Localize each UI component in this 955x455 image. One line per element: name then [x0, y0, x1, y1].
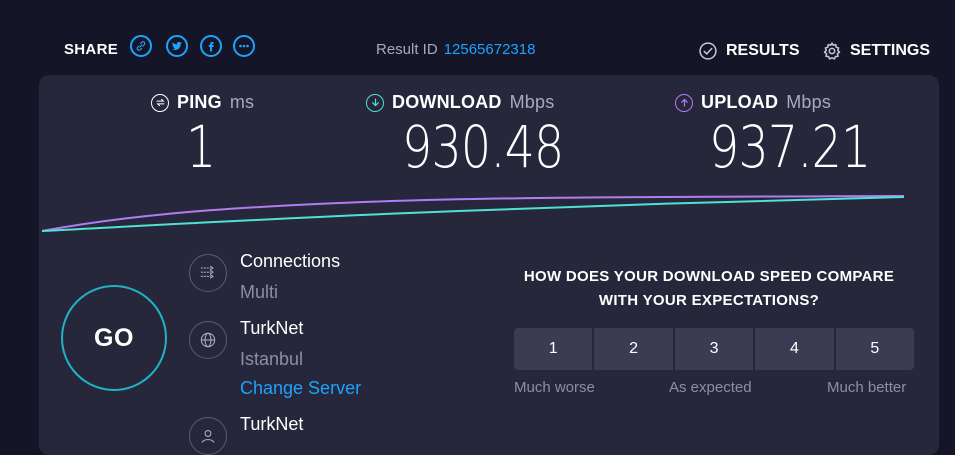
settings-button[interactable]: SETTINGS [822, 41, 930, 61]
go-button[interactable]: GO [61, 285, 167, 391]
ping-label: PING [177, 92, 222, 112]
server-name: TurkNet [240, 318, 304, 338]
results-button[interactable]: RESULTS [698, 41, 799, 61]
connections-icon [189, 254, 227, 292]
change-server-link[interactable]: Change Server [240, 378, 361, 399]
ping-metric: PING ms 1 [151, 92, 254, 177]
link-icon[interactable] [130, 35, 152, 57]
download-value: 930.48 [402, 113, 564, 181]
facebook-icon[interactable] [200, 35, 222, 57]
upload-arrow-icon [675, 93, 693, 112]
download-unit: Mbps [509, 92, 555, 112]
download-arrow-icon [366, 93, 384, 112]
settings-label: SETTINGS [850, 42, 931, 59]
server-location: Istanbul [240, 349, 304, 369]
ping-unit: ms [229, 92, 255, 112]
survey-question-line-2: WITH YOUR EXPECTATIONS? [598, 292, 820, 309]
provider-name: TurkNet [240, 414, 304, 434]
user-icon [189, 417, 227, 455]
rating-option-1[interactable]: 1 [514, 328, 593, 370]
rating-option-5[interactable]: 5 [835, 328, 915, 370]
more-icon[interactable] [233, 35, 255, 57]
connections-title: Connections [240, 251, 341, 271]
scale-mid-label: As expected [669, 379, 752, 396]
upload-label: UPLOAD [701, 92, 779, 112]
survey-question: HOW DOES YOUR DOWNLOAD SPEED COMPARE WIT… [499, 265, 919, 313]
upload-value: 937.21 [709, 113, 871, 181]
rating-option-3[interactable]: 3 [674, 328, 754, 370]
ping-icon [151, 93, 169, 112]
top-bar: SHARE Result ID 12565672318 RESULTS SETT… [0, 0, 955, 75]
checkmark-circle-icon [699, 42, 717, 60]
scale-low-label: Much worse [514, 379, 595, 396]
upload-metric: UPLOAD Mbps 937.21 [675, 92, 906, 177]
ping-value: 1 [186, 113, 216, 181]
results-panel: PING ms 1 DOWNLOAD Mbps 930.48 UPLOAD Mb… [39, 75, 939, 455]
result-id: Result ID 12565672318 [376, 41, 535, 58]
rating-scale: 1 2 3 4 5 [514, 328, 915, 370]
results-label: RESULTS [726, 42, 800, 59]
result-id-label: Result ID [376, 41, 438, 58]
connections-value[interactable]: Multi [240, 282, 278, 303]
download-label: DOWNLOAD [392, 92, 502, 112]
share-label: SHARE [64, 41, 119, 58]
gear-icon [823, 42, 841, 60]
download-metric: DOWNLOAD Mbps 930.48 [366, 92, 599, 177]
rating-option-2[interactable]: 2 [594, 328, 673, 370]
result-id-link[interactable]: 12565672318 [444, 41, 536, 58]
rating-option-4[interactable]: 4 [755, 328, 834, 370]
globe-icon [189, 321, 227, 359]
speed-graph [41, 195, 905, 232]
twitter-icon[interactable] [166, 35, 188, 57]
upload-unit: Mbps [786, 92, 832, 112]
survey-question-line-1: HOW DOES YOUR DOWNLOAD SPEED COMPARE [523, 268, 895, 285]
scale-high-label: Much better [827, 379, 907, 396]
